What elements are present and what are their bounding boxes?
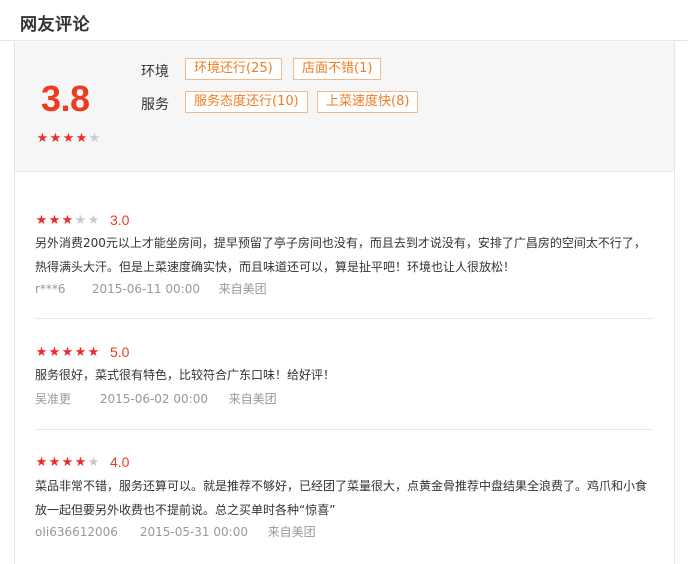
review-source: 来自美团 [228,392,277,406]
review-user[interactable]: r***6 [35,282,88,296]
overall-score: 3.8 [41,78,90,119]
section-header: 网友评论 [0,0,688,41]
star-icon: ★ [75,131,88,146]
star-icon: ★ [48,454,61,470]
star-icon: ★ [74,344,87,360]
star-icon: ★ [35,212,48,228]
divider [35,318,653,319]
review-date: 2015-06-11 00:00 [91,282,200,296]
star-icon: ★ [61,454,74,470]
star-icon: ★ [35,344,48,360]
star-icon: ★ [36,131,49,146]
star-icon: ★ [74,454,87,470]
review-source: 来自美团 [218,282,267,296]
review-user[interactable]: oIi636612006 [35,525,136,539]
overall-star-rating: ★ ★ ★ ★ ★ [36,132,101,145]
star-icon: ★ [48,212,61,228]
star-icon: ★ [61,344,74,360]
review-score: 4.0 [110,454,130,470]
review-rating: ★ ★ ★ ★ ★ 5.0 [35,343,130,361]
review-star-rating: ★ ★ ★ ★ ★ [35,214,100,227]
review-text: 服务很好，菜式很有特色，比较符合广东口味！给好评！ [35,363,655,387]
page-title: 网友评论 [20,15,90,35]
star-icon: ★ [35,454,48,470]
review-text: 菜品非常不错，服务还算可以。就是推荐不够好，已经团了菜量很大，点黄金骨推荐中盘结… [35,474,655,522]
tag-storefront-good[interactable]: 店面不错(1) [293,58,382,80]
divider [35,429,653,430]
tag-service-attitude-ok[interactable]: 服务态度还行(10) [185,91,308,113]
review-text-line: 服务很好，菜式很有特色，比较符合广东口味！给好评！ [35,368,336,382]
star-icon: ★ [61,212,74,228]
star-icon: ★ [87,344,100,360]
tag-category-environment: 环境 [141,64,169,80]
review-date: 2015-06-02 00:00 [99,392,208,406]
review-star-rating: ★ ★ ★ ★ ★ [35,456,100,469]
review-date: 2015-05-31 00:00 [139,525,248,539]
star-icon: ★ [74,212,87,228]
review-meta: oIi636612006 2015-05-31 00:00 来自美团 [35,523,316,540]
tag-fast-serving[interactable]: 上菜速度快(8) [317,91,419,113]
star-icon: ★ [48,344,61,360]
tag-category-service: 服务 [141,97,169,113]
review-text-line: 菜品非常不错，服务还算可以。就是推荐不够好，已经团了菜量很大，点黄金骨推荐中盘结… [35,479,648,493]
review-user[interactable]: 吴准更 [35,390,96,407]
review-text-line: 另外消费200元以上才能坐房间，提早预留了亭子房间也没有，而且去到才说没有，安排… [35,236,646,250]
star-icon: ★ [87,212,100,228]
review-meta: r***6 2015-06-11 00:00 来自美团 [35,280,267,297]
review-rating: ★ ★ ★ ★ ★ 4.0 [35,453,130,471]
star-icon: ★ [87,454,100,470]
review-source: 来自美团 [267,525,316,539]
star-icon: ★ [49,131,62,146]
review-text-line: 热得满头大汗。但是上菜速度确实快，而且味道还可以，算是扯平吧！环境也让人很放松！ [35,260,516,274]
review-score: 5.0 [110,344,130,360]
rating-summary: 3.8 ★ ★ ★ ★ ★ 环境 环境还行(25) 店面不错(1) 服务 服务态度还行(… [15,42,674,172]
review-meta: 吴准更 2015-06-02 00:00 来自美团 [35,390,277,407]
review-rating: ★ ★ ★ ★ ★ 3.0 [35,211,130,229]
review-text: 另外消费200元以上才能坐房间，提早预留了亭子房间也没有，而且去到才说没有，安排… [35,231,655,279]
star-icon: ★ [88,131,101,146]
star-icon: ★ [62,131,75,146]
review-score: 3.0 [110,212,130,228]
tag-environment-ok[interactable]: 环境还行(25) [185,58,282,80]
review-text-line: 放一起但要另外收费也不提前说。总之买单时各种“惊喜” [35,503,336,517]
review-star-rating: ★ ★ ★ ★ ★ [35,346,100,359]
